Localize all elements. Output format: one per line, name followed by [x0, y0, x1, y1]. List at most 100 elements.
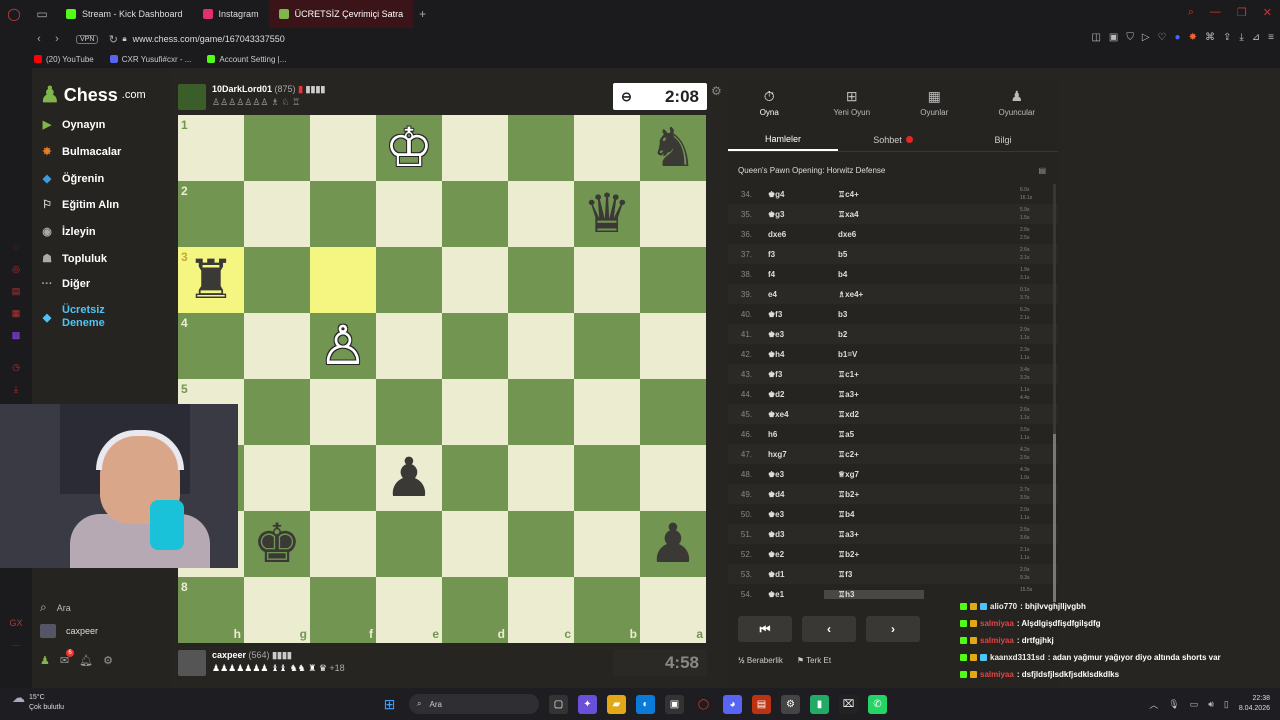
- square-e2[interactable]: [376, 181, 442, 247]
- chat-username[interactable]: salmiyaa: [980, 670, 1014, 679]
- mic-icon[interactable]: 🎙︎: [1168, 699, 1179, 710]
- sidebar-item-more[interactable]: ··· Diğer: [40, 278, 91, 290]
- white-move[interactable]: ♚f3: [758, 310, 824, 319]
- square-b6[interactable]: [574, 445, 640, 511]
- extension-blue-icon[interactable]: ●: [1175, 32, 1181, 43]
- square-h8[interactable]: 8h: [178, 577, 244, 643]
- black-move[interactable]: ♖c2+: [824, 450, 924, 459]
- search-icon[interactable]: ⌕: [1188, 6, 1194, 19]
- avatar[interactable]: [178, 650, 206, 676]
- chat-username[interactable]: alio770: [990, 602, 1017, 611]
- white-move[interactable]: f3: [758, 250, 824, 259]
- black-pawn-icon[interactable]: ♟: [649, 517, 697, 571]
- black-move[interactable]: ♖c1+: [824, 370, 924, 379]
- edge-icon[interactable]: ◐: [636, 694, 655, 714]
- square-e6[interactable]: ♟: [376, 445, 442, 511]
- nav-user[interactable]: caxpeer: [40, 624, 98, 638]
- square-f3[interactable]: [310, 247, 376, 313]
- close-button[interactable]: ✕: [1263, 6, 1272, 19]
- opera-gx-icon[interactable]: ◯: [694, 695, 713, 714]
- mail-icon[interactable]: ✉: [60, 649, 75, 667]
- square-h2[interactable]: 2: [178, 181, 244, 247]
- square-g5[interactable]: [244, 379, 310, 445]
- tab-board[interactable]: ▦ Oyunlar: [893, 80, 976, 124]
- weather-widget[interactable]: ☁ 15°C Çok bulutlu: [12, 691, 64, 713]
- square-a8[interactable]: a: [640, 577, 706, 643]
- tab-players[interactable]: ♟ Oyuncular: [976, 80, 1059, 124]
- square-e1[interactable]: ♔: [376, 115, 442, 181]
- black-move[interactable]: ♖f3: [824, 570, 924, 579]
- app-red-icon[interactable]: ▤: [752, 694, 771, 714]
- chess-board[interactable]: 1♔♞2♛3♜4♙56♟7♚♟8hgfedcba: [178, 115, 706, 643]
- opening-name[interactable]: Queen's Pawn Opening: Horwitz Defense: [738, 166, 885, 175]
- tab-plus[interactable]: ⊞ Yeni Oyun: [811, 80, 894, 124]
- square-g3[interactable]: [244, 247, 310, 313]
- square-d2[interactable]: [442, 181, 508, 247]
- square-a7[interactable]: ♟: [640, 511, 706, 577]
- bell-icon[interactable]: 🔔︎: [79, 654, 93, 667]
- black-move[interactable]: ♖b2+: [824, 550, 924, 559]
- black-move[interactable]: ♗xe4+: [824, 290, 924, 299]
- battery-icon[interactable]: ▯: [1224, 699, 1229, 710]
- square-c1[interactable]: [508, 115, 574, 181]
- copilot-icon[interactable]: ✦: [578, 694, 597, 714]
- square-f8[interactable]: f: [310, 577, 376, 643]
- next-move-button[interactable]: ›: [866, 616, 920, 642]
- white-move[interactable]: ♚e2: [758, 550, 824, 559]
- square-c6[interactable]: [508, 445, 574, 511]
- square-e8[interactable]: e: [376, 577, 442, 643]
- play-icon[interactable]: ▷: [1142, 32, 1150, 43]
- square-b3[interactable]: [574, 247, 640, 313]
- square-b2[interactable]: ♛: [574, 181, 640, 247]
- chat-username[interactable]: salmiyaa: [980, 636, 1014, 645]
- browser-tab-2[interactable]: ÜCRETSİZ Çevrimiçi Satra: [268, 0, 414, 28]
- white-move[interactable]: ♚f3: [758, 370, 824, 379]
- store-icon[interactable]: ▣: [665, 694, 684, 714]
- bookmark-item[interactable]: (20) YouTube: [34, 55, 94, 64]
- browser-tab-1[interactable]: Instagram: [193, 0, 269, 28]
- black-move[interactable]: b2: [824, 330, 924, 339]
- square-f5[interactable]: [310, 379, 376, 445]
- taskbar-search[interactable]: ⌕ Ara: [409, 694, 539, 714]
- white-move[interactable]: ♚e3: [758, 510, 824, 519]
- square-h1[interactable]: 1: [178, 115, 244, 181]
- sidebar-download-icon[interactable]: ⤓: [0, 378, 32, 400]
- black-rook-icon[interactable]: ♜: [187, 253, 235, 307]
- sidebar-item-community[interactable]: ☗ Topluluk: [40, 252, 107, 266]
- black-move[interactable]: ♖a3+: [824, 530, 924, 539]
- book-icon[interactable]: ▤: [1038, 166, 1046, 175]
- avatar[interactable]: [178, 84, 206, 110]
- white-move[interactable]: ♚g3: [758, 210, 824, 219]
- square-f6[interactable]: [310, 445, 376, 511]
- bookmark-item[interactable]: Account Setting |...: [207, 55, 286, 64]
- reload-icon[interactable]: ↻: [104, 33, 122, 46]
- discord-icon[interactable]: ◕: [723, 694, 742, 714]
- black-move[interactable]: ♖a3+: [824, 390, 924, 399]
- sidebar-history-icon[interactable]: ◷: [0, 356, 32, 378]
- square-b4[interactable]: [574, 313, 640, 379]
- new-tab-button[interactable]: +: [419, 7, 426, 21]
- white-move[interactable]: ♚g4: [758, 190, 824, 199]
- black-queen-icon[interactable]: ♛: [583, 187, 631, 241]
- menu-icon[interactable]: ≡: [1268, 32, 1274, 43]
- ai-icon[interactable]: ⊿: [1252, 32, 1260, 43]
- first-move-button[interactable]: ⏮: [738, 616, 792, 642]
- square-a2[interactable]: [640, 181, 706, 247]
- prev-move-button[interactable]: ‹: [802, 616, 856, 642]
- notepad-icon[interactable]: ▮: [810, 694, 829, 714]
- square-f7[interactable]: [310, 511, 376, 577]
- sidebar-item-play[interactable]: ▶ Oynayın: [40, 118, 106, 132]
- square-e5[interactable]: [376, 379, 442, 445]
- draw-button[interactable]: ½ Beraberlik: [738, 656, 783, 665]
- square-a3[interactable]: [640, 247, 706, 313]
- capcut-icon[interactable]: ⌧: [839, 694, 858, 714]
- square-g6[interactable]: [244, 445, 310, 511]
- board-settings-icon[interactable]: ⚙: [711, 84, 722, 98]
- white-move[interactable]: ♚e3: [758, 470, 824, 479]
- white-move[interactable]: ♚h4: [758, 350, 824, 359]
- chess-logo[interactable]: ♟ Chess .com: [40, 82, 146, 108]
- sidebar-item-puzzle[interactable]: ✸ Bulmacalar: [40, 145, 121, 159]
- square-d4[interactable]: [442, 313, 508, 379]
- white-move[interactable]: ♚e3: [758, 330, 824, 339]
- white-move[interactable]: ♚d4: [758, 490, 824, 499]
